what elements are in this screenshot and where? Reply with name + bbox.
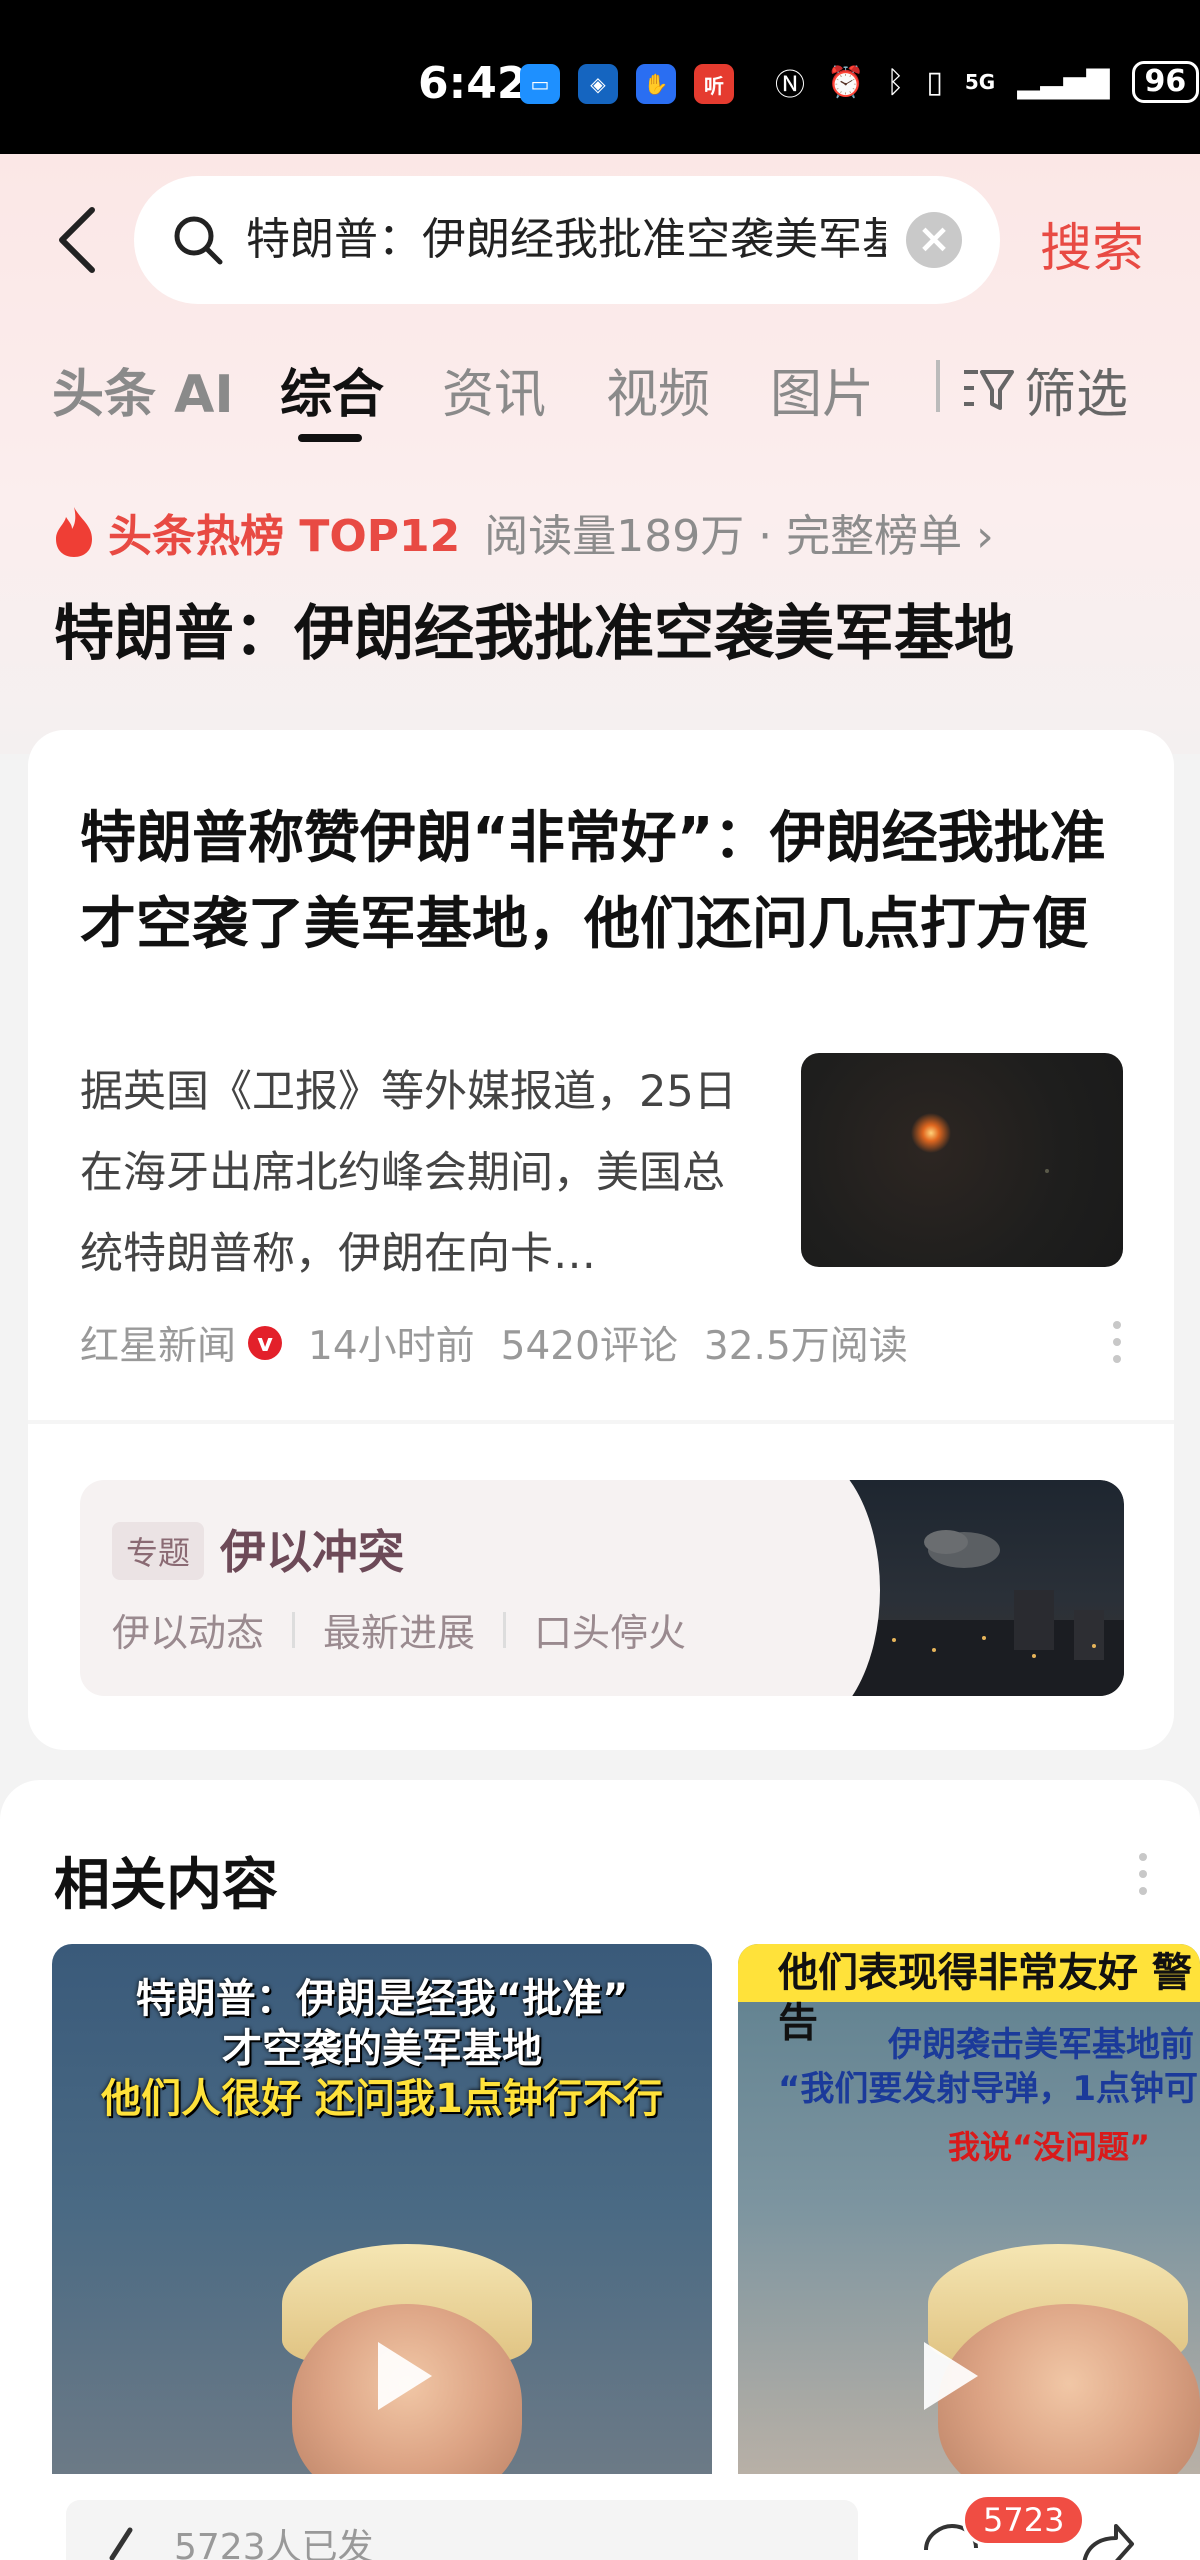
topic-headline: 特朗普：伊朗经我批准空袭美军基地 <box>54 599 1014 669</box>
vibrate-icon: ▯ <box>926 64 943 100</box>
more-options-icon[interactable] <box>1138 1852 1148 1896</box>
video-caption-line: 才空袭的美军基地 <box>222 2026 542 2072</box>
bottom-action-bar: 5723人已发 5723 <box>0 2480 1200 2560</box>
status-time: 6:42 <box>418 58 528 109</box>
topic-card-curve <box>720 1480 880 1696</box>
article-title[interactable]: 特朗普称赞伊朗“非常好”：伊朗经我批准才空袭了美军基地，他们还问几点打方便 <box>80 796 1120 968</box>
tab-comprehensive[interactable]: 综合 <box>280 352 384 427</box>
fire-icon <box>56 507 92 557</box>
video-caption-line: 特朗普：伊朗是经我“批准” <box>135 1976 629 2022</box>
article-reads: 32.5万阅读 <box>703 1324 908 1369</box>
article-thumbnail[interactable] <box>801 1053 1123 1267</box>
article-comments: 5420评论 <box>500 1324 678 1369</box>
back-arrow-icon[interactable] <box>50 200 110 280</box>
battery-level: 96 <box>1131 61 1200 103</box>
more-options-icon[interactable] <box>1112 1320 1122 1364</box>
topic-link-divider <box>292 1611 296 1648</box>
network-label: 5G <box>964 70 996 94</box>
article-meta: 红星新闻 v 14小时前 5420评论 32.5万阅读 <box>80 1315 908 1371</box>
search-button[interactable]: 搜索 <box>1040 206 1144 281</box>
hand-app-icon: ✋ <box>636 64 676 104</box>
hot-list-label: 头条热榜 TOP12 <box>108 511 461 562</box>
tab-news[interactable]: 资讯 <box>442 352 546 427</box>
topic-link-ceasefire[interactable]: 口头停火 <box>534 1602 686 1657</box>
article-summary: 据英国《卫报》等外媒报道，25日在海牙出席北约峰会期间，美国总统特朗普称，伊朗在… <box>80 1067 737 1279</box>
hot-list-meta[interactable]: 阅读量189万 · 完整榜单 › <box>484 500 994 564</box>
bank-app-icon: ◈ <box>578 64 618 104</box>
filter-label: 筛选 <box>1024 365 1129 425</box>
related-video-card[interactable]: 他们表现得非常友好 警告 伊朗袭击美军基地前 “我们要发射导弹，1点钟可 我说“… <box>738 1944 1200 2474</box>
comment-count-badge: 5723 <box>962 2494 1086 2546</box>
card-divider <box>28 1420 1174 1424</box>
topic-link-latest[interactable]: 最新进展 <box>323 1602 475 1657</box>
tab-video[interactable]: 视频 <box>606 352 710 427</box>
signal-icon: ▂▃▅▇ <box>1017 64 1110 100</box>
topic-links: 伊以动态 最新进展 口头停火 <box>112 1602 686 1657</box>
bluetooth-icon: ᛒ <box>886 64 905 100</box>
play-icon[interactable] <box>352 2328 448 2424</box>
status-app-icons: ▭ ◈ ✋ 听 <box>520 64 734 104</box>
filter-icon <box>964 369 1014 410</box>
article-card[interactable]: 特朗普称赞伊朗“非常好”：伊朗经我批准才空袭了美军基地，他们还问几点打方便 据英… <box>28 730 1174 1750</box>
tab-toutiao-ai[interactable]: 头条 AI <box>52 352 234 427</box>
topic-link-divider <box>503 1611 507 1648</box>
video-caption-line: 伊朗袭击美军基地前 <box>888 2025 1194 2065</box>
active-tab-indicator <box>298 434 362 442</box>
video-caption-line: 我说“没问题” <box>948 2128 1151 2166</box>
filter-divider <box>936 360 940 412</box>
play-icon[interactable] <box>898 2328 994 2424</box>
related-video-card[interactable]: 特朗普：伊朗是经我“批准” 才空袭的美军基地 他们人很好 还问我1点钟行不行 <box>52 1944 712 2474</box>
filter-button[interactable]: 筛选 <box>960 352 1128 427</box>
alarm-icon: ⏰ <box>827 64 865 100</box>
search-bar[interactable]: 特朗普：伊朗经我批准空袭美军基地 × <box>134 176 1000 304</box>
message-bubble-icon: ▭ <box>520 64 560 104</box>
tab-images[interactable]: 图片 <box>770 352 874 427</box>
related-title: 相关内容 <box>54 1853 278 1918</box>
topic-title[interactable]: 伊以冲突 <box>220 1516 404 1582</box>
status-indicators: Ⓝ ⏰ ᛒ ▯ 5G ▂▃▅▇ 96 <box>775 60 1200 104</box>
search-input[interactable]: 特朗普：伊朗经我批准空袭美军基地 <box>246 206 886 274</box>
clear-icon[interactable]: × <box>906 212 962 268</box>
hot-list-row[interactable]: 头条热榜 TOP12 阅读量189万 · 完整榜单 › <box>50 500 994 564</box>
pencil-icon <box>109 2527 133 2560</box>
topic-link-updates[interactable]: 伊以动态 <box>112 1602 264 1657</box>
related-section: 相关内容 特朗普：伊朗是经我“批准” 才空袭的美军基地 他们人很好 还问我1点钟… <box>0 1780 1200 2560</box>
comment-placeholder: 5723人已发 <box>174 2527 374 2560</box>
article-time: 14小时前 <box>308 1324 475 1369</box>
video-caption-line: 他们人很好 还问我1点钟行不行 <box>101 2076 663 2122</box>
listen-app-icon: 听 <box>694 64 734 104</box>
status-bar: 6:42 ▭ ◈ ✋ 听 Ⓝ ⏰ ᛒ ▯ 5G ▂▃▅▇ 96 <box>0 0 1200 154</box>
verified-badge-icon: v <box>248 1326 283 1360</box>
nfc-icon: Ⓝ <box>775 68 805 103</box>
comment-input[interactable]: 5723人已发 <box>66 2500 858 2560</box>
article-source[interactable]: 红星新闻 <box>80 1315 236 1371</box>
share-icon[interactable] <box>1076 2516 1136 2560</box>
topic-badge: 专题 <box>112 1522 205 1580</box>
night-explosion-image <box>911 1113 1049 1173</box>
video-caption-line: “我们要发射导弹，1点钟可 <box>778 2069 1199 2109</box>
search-icon <box>174 216 223 265</box>
topic-card[interactable]: 专题 伊以冲突 伊以动态 最新进展 口头停火 <box>80 1480 1124 1696</box>
tab-bar: 头条 AI 综合 资讯 视频 图片 筛选 <box>0 340 1200 450</box>
